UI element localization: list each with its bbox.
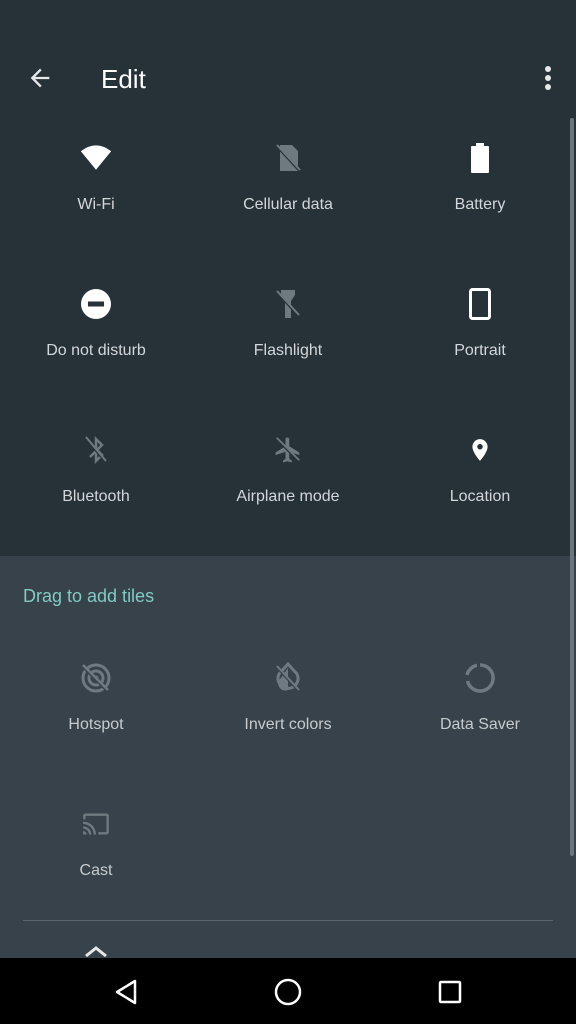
tile-portrait[interactable]: Portrait bbox=[384, 264, 576, 410]
tile-label: Cast bbox=[79, 862, 113, 879]
drag-handle-icon[interactable] bbox=[84, 944, 108, 958]
add-tiles-header: Drag to add tiles bbox=[23, 586, 155, 606]
tile-cast[interactable]: Cast bbox=[0, 784, 192, 930]
scrollbar[interactable] bbox=[570, 118, 574, 856]
tile-battery[interactable]: Battery bbox=[384, 118, 576, 264]
tile-invert-colors[interactable]: Invert colors bbox=[192, 638, 384, 784]
tile-location[interactable]: Location bbox=[384, 410, 576, 556]
square-recents-icon bbox=[438, 980, 462, 1004]
wifi-icon bbox=[80, 142, 112, 174]
battery-icon bbox=[464, 142, 496, 174]
back-button[interactable] bbox=[22, 60, 58, 96]
triangle-back-icon bbox=[115, 979, 137, 1005]
tile-label: Flashlight bbox=[253, 342, 323, 359]
tile-label: Cellular data bbox=[243, 196, 333, 213]
portrait-icon bbox=[464, 288, 496, 320]
hotspot-off-icon bbox=[80, 662, 112, 694]
page-title: Edit bbox=[101, 64, 146, 94]
flashlight-off-icon bbox=[272, 288, 304, 320]
tile-flashlight[interactable]: Flashlight bbox=[192, 264, 384, 410]
more-vert-icon bbox=[545, 66, 551, 90]
tile-cellular-data[interactable]: Cellular data bbox=[192, 118, 384, 264]
bluetooth-off-icon bbox=[80, 434, 112, 466]
tile-label: Do not disturb bbox=[46, 342, 146, 359]
tile-do-not-disturb[interactable]: Do not disturb bbox=[0, 264, 192, 410]
location-icon bbox=[464, 434, 496, 466]
tile-hotspot[interactable]: Hotspot bbox=[0, 638, 192, 784]
divider bbox=[23, 920, 553, 921]
navigation-bar bbox=[0, 958, 576, 1024]
tile-airplane-mode[interactable]: Airplane mode bbox=[192, 410, 384, 556]
tile-label: Invert colors bbox=[244, 716, 332, 733]
tile-bluetooth[interactable]: Bluetooth bbox=[0, 410, 192, 556]
tile-label: Portrait bbox=[454, 342, 506, 359]
back-arrow-icon bbox=[30, 68, 50, 88]
tile-label: Bluetooth bbox=[62, 488, 130, 505]
tile-wifi[interactable]: Wi-Fi bbox=[0, 118, 192, 264]
circle-home-icon bbox=[274, 978, 302, 1006]
airplane-off-icon bbox=[272, 434, 304, 466]
nav-recents-button[interactable] bbox=[430, 972, 470, 1012]
nav-back-button[interactable] bbox=[106, 972, 146, 1012]
tile-label: Data Saver bbox=[439, 716, 521, 733]
tile-data-saver[interactable]: Data Saver bbox=[384, 638, 576, 784]
tile-label: Battery bbox=[454, 196, 506, 213]
active-tiles-grid: Wi-Fi Cellular data Battery Do not distu… bbox=[0, 118, 570, 556]
cellular-off-icon bbox=[272, 142, 304, 174]
more-options-button[interactable] bbox=[536, 60, 560, 96]
tile-label: Location bbox=[449, 488, 511, 505]
tile-label: Hotspot bbox=[68, 716, 124, 733]
tile-label: Airplane mode bbox=[236, 488, 340, 505]
invert-colors-off-icon bbox=[272, 662, 304, 694]
cast-icon bbox=[80, 808, 112, 840]
data-saver-icon bbox=[464, 662, 496, 694]
nav-home-button[interactable] bbox=[268, 972, 308, 1012]
tile-label: Wi-Fi bbox=[77, 196, 115, 213]
do-not-disturb-icon bbox=[80, 288, 112, 320]
